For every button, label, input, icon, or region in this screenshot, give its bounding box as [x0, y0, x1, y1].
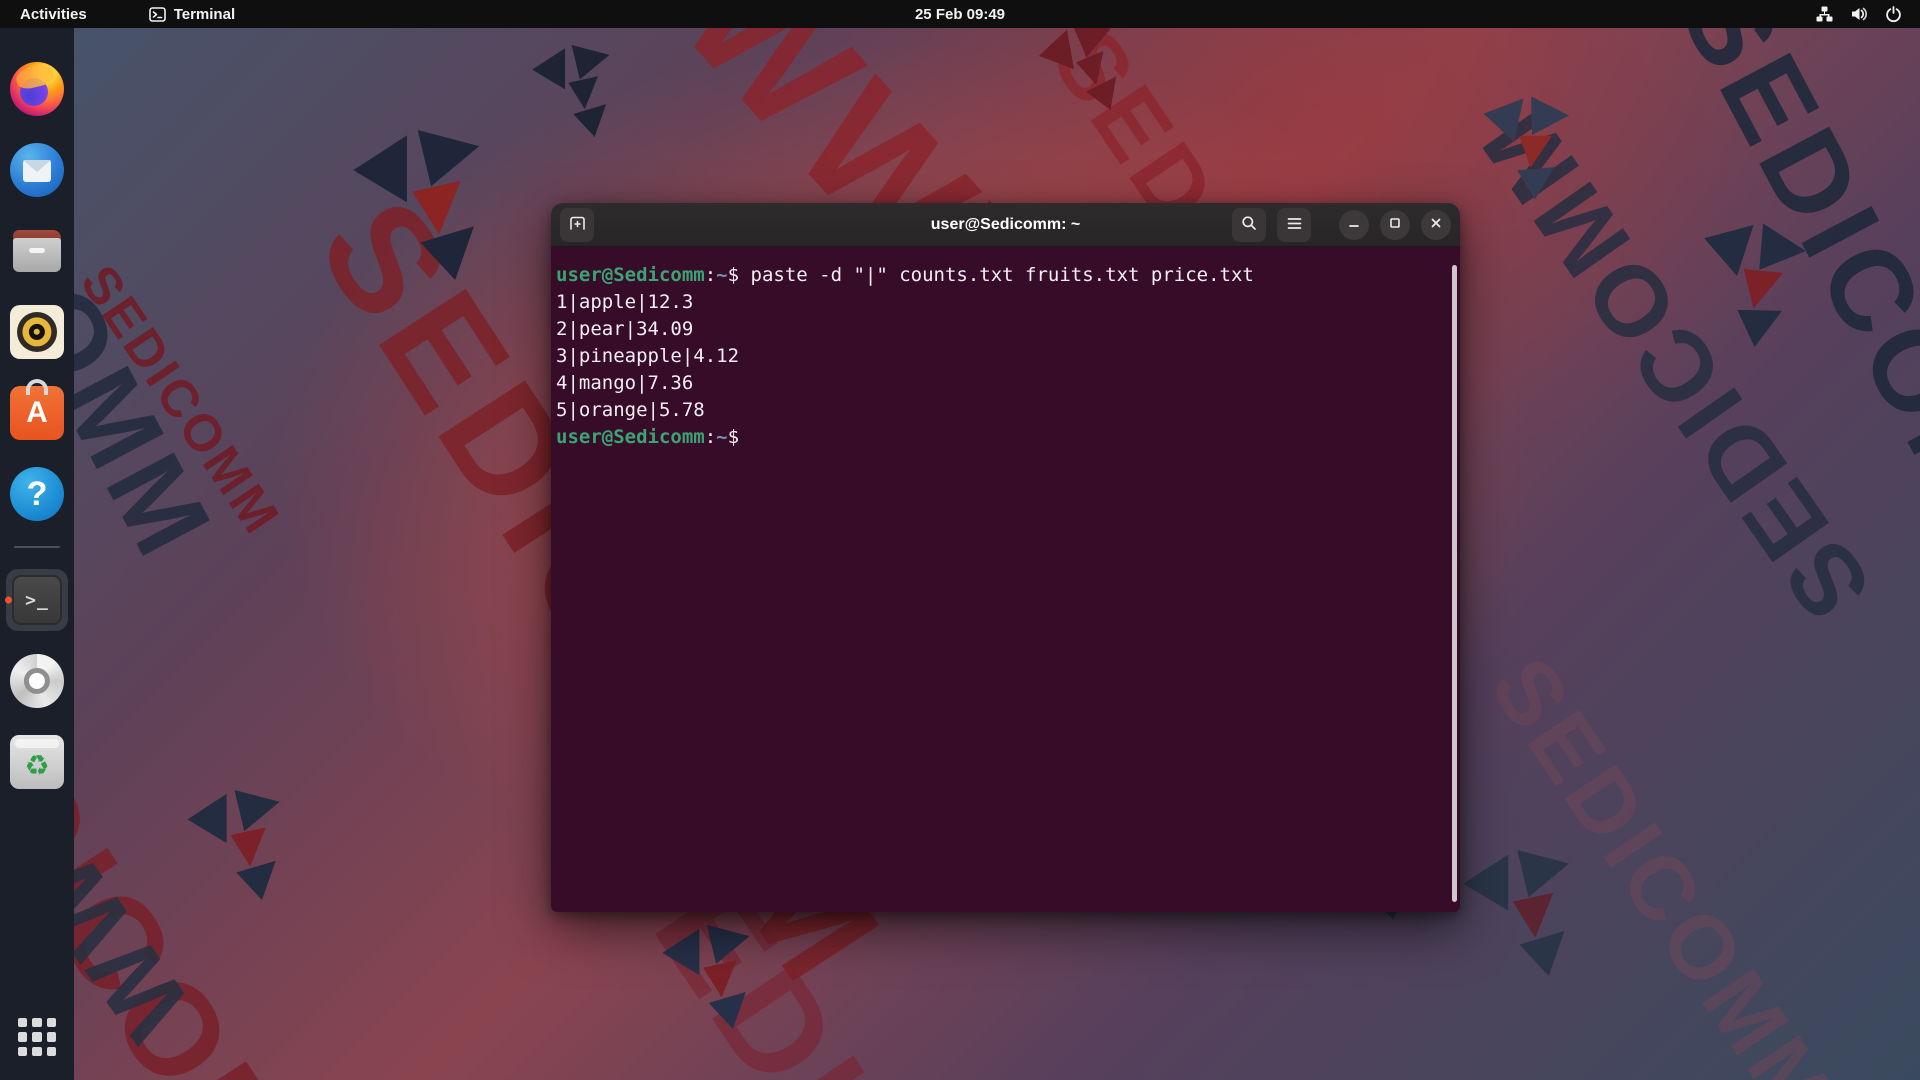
terminal-prompt-glyph: >_: [25, 589, 49, 611]
terminal-line-command: user@Sedicomm:~$ paste -d "|" counts.txt…: [556, 262, 1446, 289]
dock-item-terminal[interactable]: >_: [5, 569, 68, 631]
firefox-icon: [10, 62, 64, 116]
network-icon: [1816, 6, 1833, 22]
activities-button[interactable]: Activities: [8, 0, 99, 28]
triangle-ornament: [353, 130, 480, 280]
focused-app-label: Terminal: [173, 5, 236, 23]
thunderbird-icon: [10, 143, 64, 197]
dock-item-trash[interactable]: ♻: [6, 731, 68, 793]
terminal-output-line: 5|orange|5.78: [556, 399, 705, 421]
dock-item-show-applications[interactable]: [6, 1006, 68, 1068]
prompt-path: ~: [716, 426, 728, 448]
terminal-line-prompt: user@Sedicomm:~$: [556, 424, 1446, 451]
terminal-icon: [148, 6, 166, 22]
running-indicator-dot: [5, 596, 12, 604]
dock: A ? >_ ♻: [0, 28, 74, 1080]
focused-app-indicator[interactable]: Terminal: [141, 0, 243, 28]
ubuntu-software-icon: A: [10, 379, 64, 440]
search-button[interactable]: [1232, 207, 1266, 242]
dock-item-rhythmbox[interactable]: [6, 301, 68, 363]
close-button[interactable]: [1421, 209, 1451, 240]
top-bar: Activities Terminal 25 Feb 09:49: [0, 0, 1920, 28]
minimize-button[interactable]: [1339, 209, 1369, 240]
window-title: user@Sedicomm: ~: [930, 215, 1081, 233]
menu-button[interactable]: [1277, 207, 1311, 242]
dock-item-thunderbird[interactable]: [6, 139, 68, 201]
search-icon: [1241, 215, 1257, 234]
prompt-user-host: user@Sedicomm: [556, 426, 705, 448]
rhythmbox-icon: [10, 305, 64, 359]
terminal-output-line: 1|apple|12.3: [556, 291, 694, 313]
terminal-app-icon: >_: [12, 575, 62, 625]
prompt-symbol: $: [727, 426, 751, 448]
trash-icon: ♻: [10, 735, 64, 789]
help-icon: ?: [10, 467, 64, 521]
command-text: paste -d "|" counts.txt fruits.txt price…: [750, 264, 1254, 286]
system-tray[interactable]: [1808, 0, 1910, 28]
terminal-window: user@Sedicomm: ~ user@Sedicomm:~$ paste …: [551, 203, 1460, 912]
triangle-ornament: [662, 925, 750, 1029]
triangle-ornament: [532, 45, 610, 137]
terminal-headerbar[interactable]: user@Sedicomm: ~: [551, 203, 1460, 247]
terminal-output-line: 4|mango|7.36: [556, 372, 694, 394]
prompt-user-host: user@Sedicomm: [556, 264, 705, 286]
maximize-icon: [1389, 217, 1401, 232]
dock-item-help[interactable]: ?: [6, 463, 68, 525]
triangle-ornament: [187, 790, 280, 900]
terminal-output-line: 2|pear|34.09: [556, 318, 694, 340]
clock-button[interactable]: 25 Feb 09:49: [903, 0, 1017, 28]
power-icon: [1885, 5, 1902, 23]
prompt-path: ~: [716, 264, 728, 286]
show-applications-icon: [18, 1018, 56, 1056]
software-a-glyph: A: [26, 396, 48, 429]
triangle-ornament: [1463, 850, 1569, 976]
dock-item-files[interactable]: [6, 220, 68, 282]
dock-item-cd-disc[interactable]: [6, 650, 68, 712]
dock-separator: [14, 546, 60, 548]
help-question-glyph: ?: [26, 474, 48, 513]
new-tab-button[interactable]: [560, 207, 594, 242]
recycle-glyph: ♻: [24, 749, 50, 782]
prompt-separator: :: [704, 264, 717, 286]
triangle-ornament: [1034, 18, 1125, 121]
terminal-output-line: 3|pineapple|4.12: [556, 345, 740, 367]
terminal-content[interactable]: user@Sedicomm:~$ paste -d "|" counts.txt…: [551, 247, 1460, 912]
dock-item-ubuntu-software[interactable]: A: [6, 379, 68, 444]
cd-disc-icon: [10, 654, 64, 708]
hamburger-menu-icon: [1287, 217, 1302, 233]
terminal-scrollbar[interactable]: [1452, 265, 1457, 902]
minimize-icon: [1348, 217, 1360, 232]
prompt-symbol: $: [727, 264, 751, 286]
new-tab-icon: [569, 215, 586, 234]
files-icon: [10, 224, 64, 278]
dock-item-firefox[interactable]: [6, 58, 68, 120]
maximize-button[interactable]: [1380, 209, 1410, 240]
volume-icon: [1850, 6, 1868, 22]
prompt-separator: :: [704, 426, 717, 448]
close-icon: [1430, 217, 1442, 232]
